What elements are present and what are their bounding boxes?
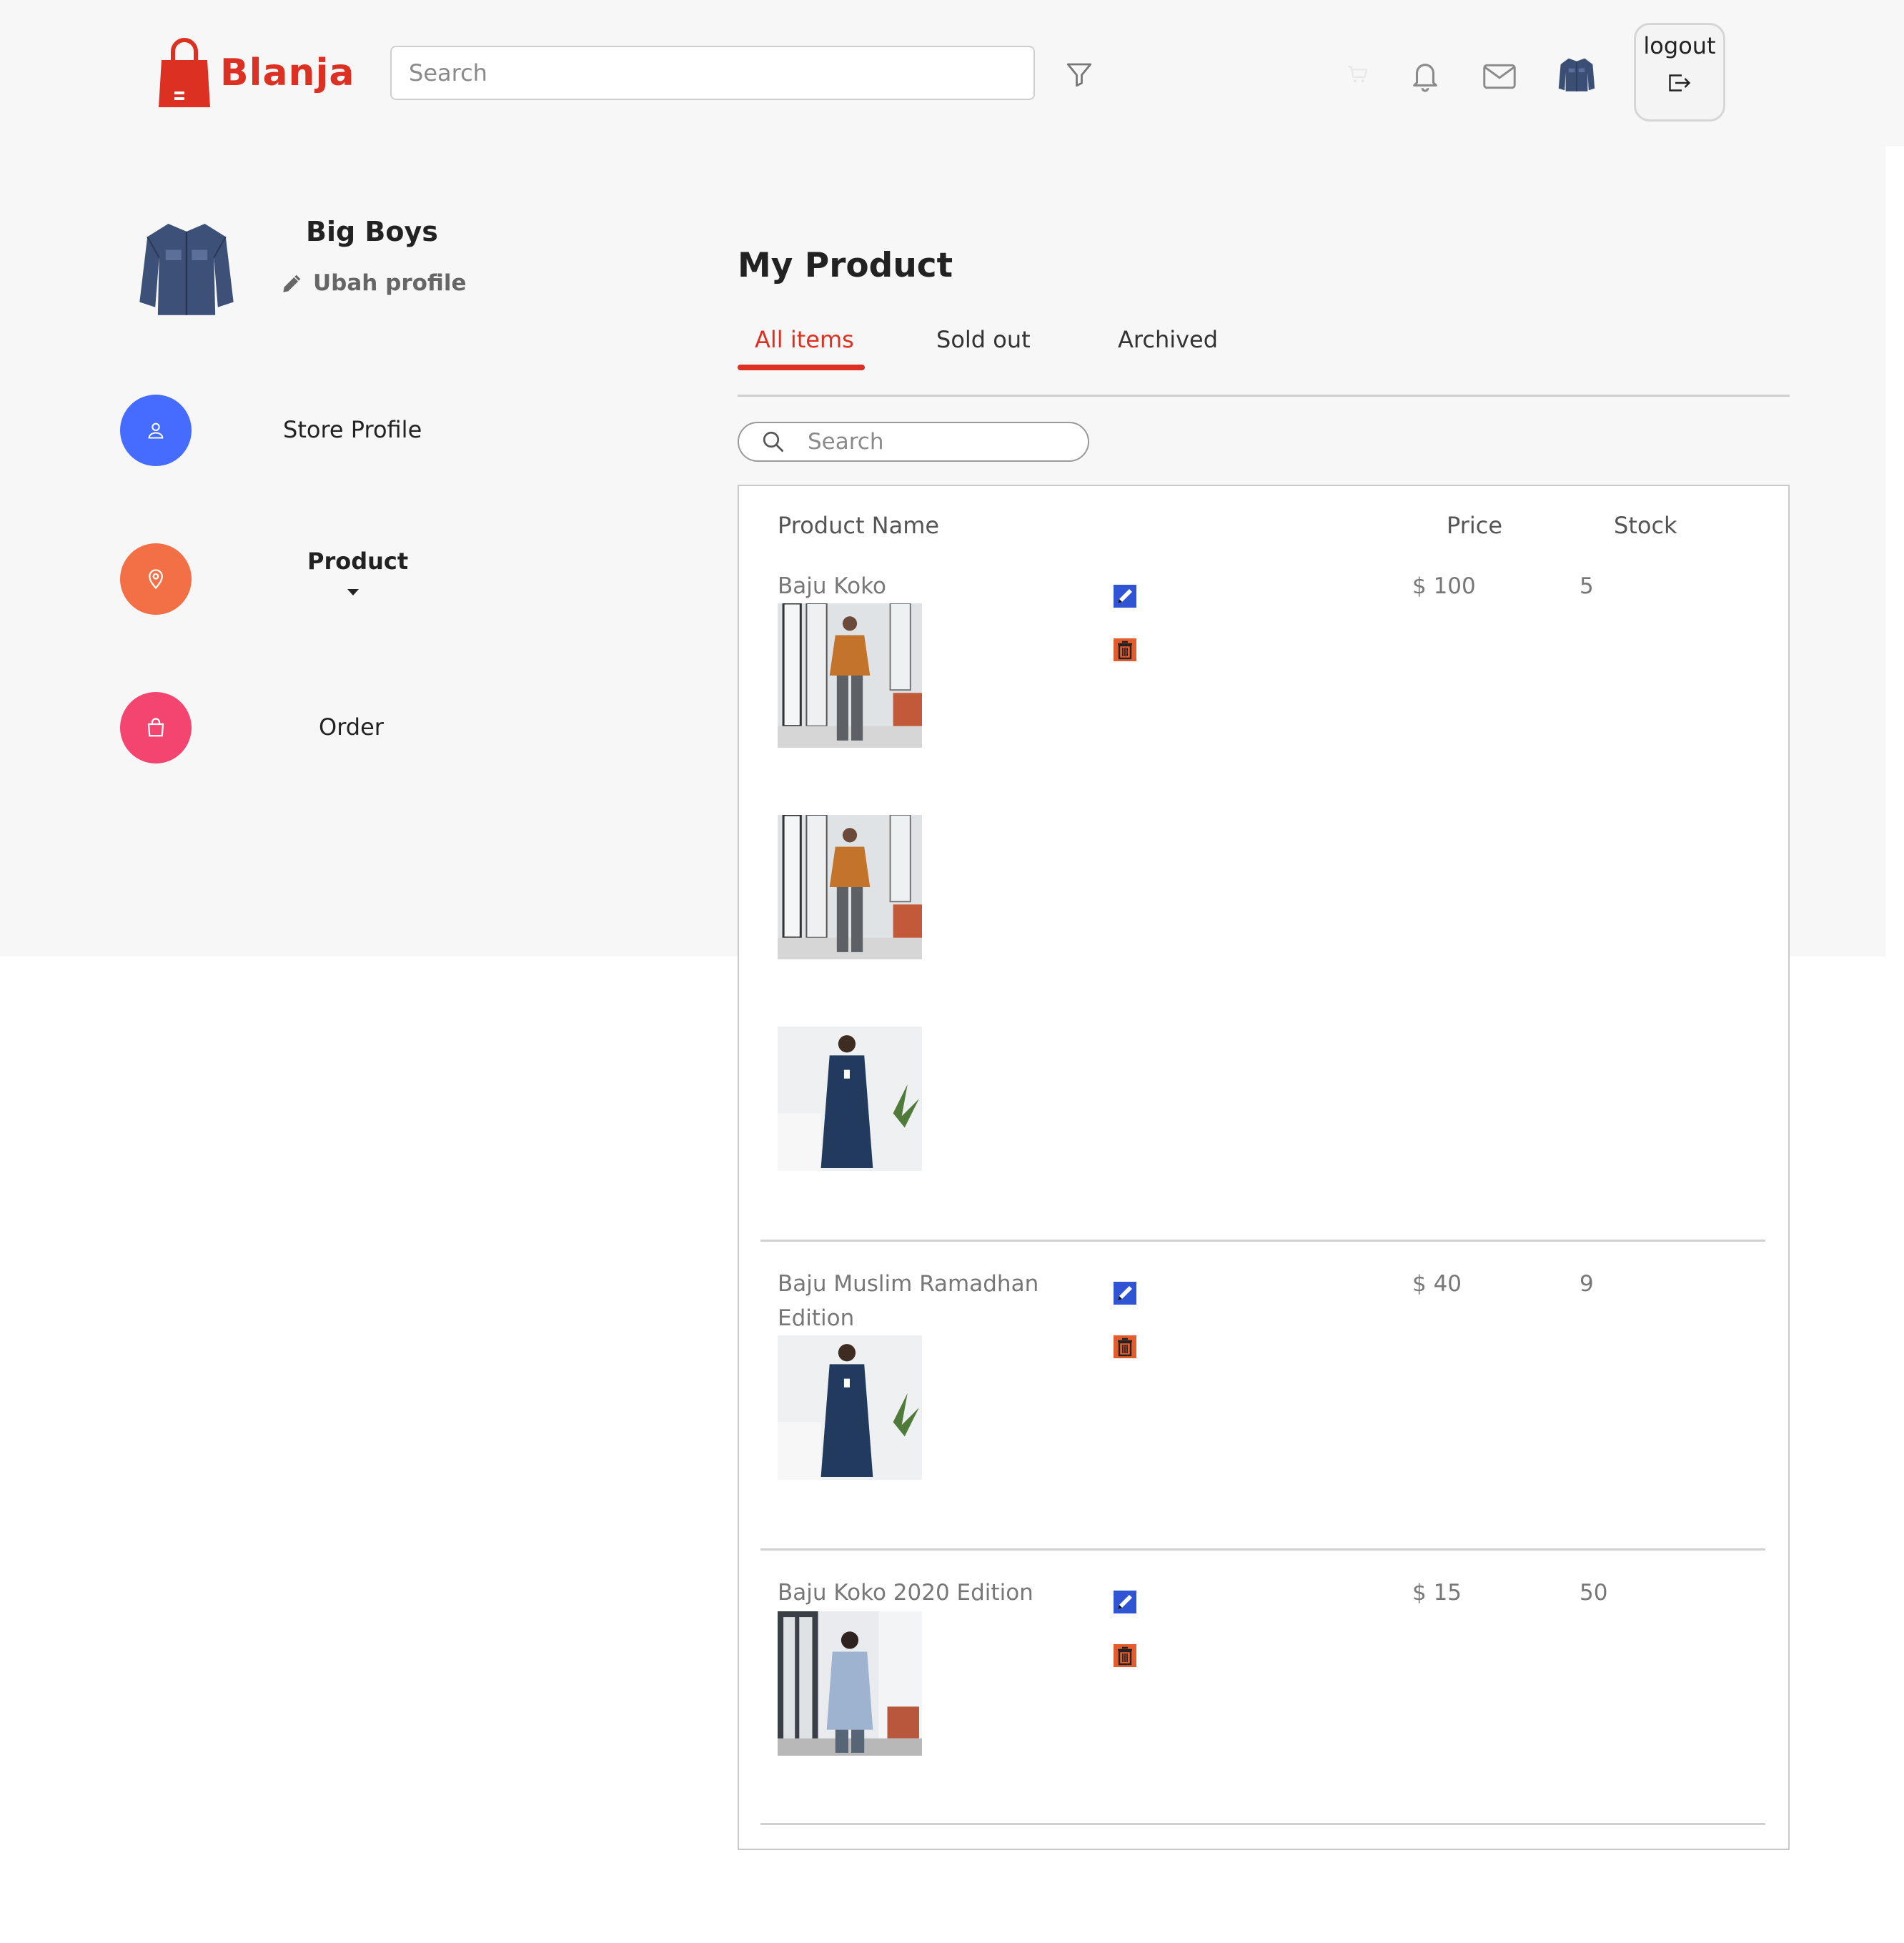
product-icon-circle[interactable] (120, 543, 192, 615)
edit-icon[interactable] (1114, 1282, 1136, 1305)
page-title: My Product (738, 246, 953, 285)
store-name: Big Boys (306, 216, 438, 247)
order-icon-circle[interactable] (120, 692, 192, 763)
sidebar-item-order[interactable]: Order (319, 713, 384, 741)
trash-icon[interactable] (1114, 638, 1136, 661)
bell-icon[interactable] (1407, 56, 1444, 96)
store-avatar (134, 216, 239, 320)
product-stock: 50 (1580, 1580, 1608, 1606)
pencil-icon (283, 275, 301, 292)
chevron-down-icon[interactable] (347, 589, 359, 595)
filter-icon[interactable] (1061, 56, 1098, 93)
logout-icon (1669, 74, 1691, 92)
location-pin-icon (149, 569, 163, 590)
product-search-input[interactable] (806, 428, 1066, 455)
tab-sold-out[interactable]: Sold out (936, 326, 1031, 353)
user-icon (148, 422, 164, 439)
product-price: $ 40 (1412, 1271, 1462, 1297)
edit-icon[interactable] (1114, 1591, 1136, 1613)
column-header-stock: Stock (1614, 512, 1677, 539)
row-divider (760, 1240, 1765, 1242)
column-header-product-name: Product Name (778, 512, 940, 539)
row-divider (760, 1823, 1765, 1825)
trash-icon[interactable] (1114, 1335, 1136, 1358)
product-stock: 9 (1580, 1271, 1594, 1297)
sidebar-item-product[interactable]: Product (307, 548, 408, 575)
product-image (778, 1027, 922, 1171)
logout-button[interactable]: logout (1634, 23, 1725, 122)
product-name: Baju Muslim Ramadhan Edition (778, 1271, 1039, 1331)
product-name: Baju Koko (778, 573, 886, 599)
product-price: $ 15 (1412, 1580, 1462, 1606)
store-profile-icon-circle[interactable] (120, 395, 192, 466)
row-divider (760, 1548, 1765, 1551)
product-image (778, 815, 922, 959)
edit-profile-label: Ubah profile (313, 270, 467, 296)
product-stock: 5 (1580, 573, 1594, 599)
product-price: $ 100 (1412, 573, 1476, 599)
column-header-price: Price (1447, 512, 1503, 539)
product-image (778, 1611, 922, 1756)
cart-icon[interactable] (1344, 60, 1372, 89)
shopping-bag-icon (147, 718, 164, 737)
tab-all-items[interactable]: All items (755, 326, 854, 353)
edit-icon[interactable] (1114, 585, 1136, 608)
search-icon (763, 431, 784, 453)
product-name: Baju Koko 2020 Edition (778, 1580, 1033, 1606)
product-image (778, 1335, 922, 1480)
product-search-field[interactable] (738, 422, 1089, 462)
edit-profile-link[interactable]: Ubah profile (280, 270, 467, 296)
brand-name: Blanja (220, 51, 355, 94)
shopping-bag-logo-icon (159, 38, 210, 107)
tabs-divider (738, 395, 1790, 397)
mail-icon[interactable] (1481, 60, 1518, 93)
trash-icon[interactable] (1114, 1644, 1136, 1667)
sidebar-item-store-profile[interactable]: Store Profile (283, 416, 422, 443)
tab-archived[interactable]: Archived (1118, 326, 1218, 353)
logout-label: logout (1643, 32, 1716, 59)
brand-logo[interactable]: Blanja (157, 36, 354, 110)
active-tab-indicator (738, 365, 865, 370)
search-input[interactable] (390, 46, 1035, 100)
product-image (778, 603, 922, 748)
user-avatar[interactable] (1555, 53, 1598, 96)
